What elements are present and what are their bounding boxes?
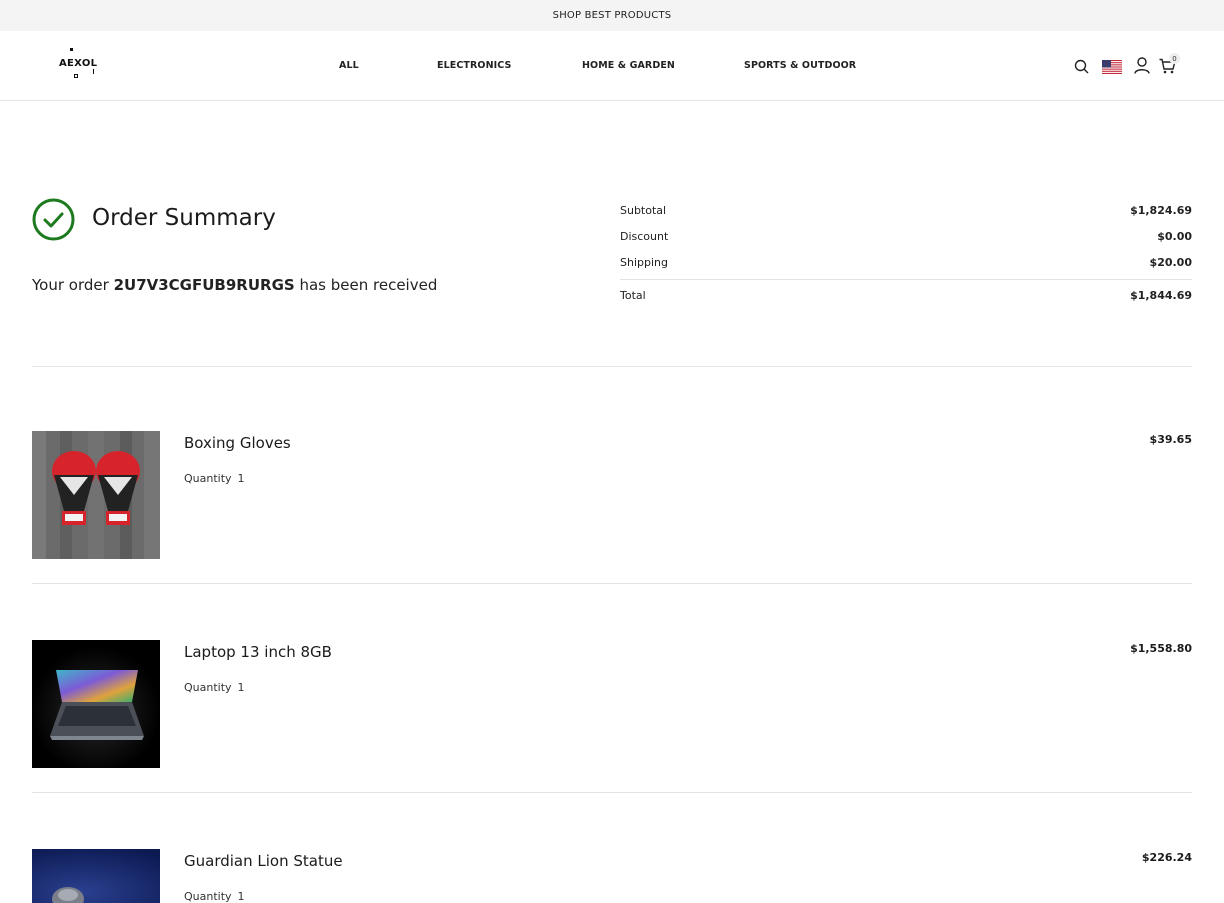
quantity-label: Quantity [184, 472, 232, 485]
site-header: AEXOL ALL ELECTRONICS HOME & GARDEN SPOR… [0, 31, 1224, 101]
user-icon[interactable] [1134, 57, 1150, 78]
discount-value: $0.00 [1157, 229, 1192, 243]
item-divider [32, 583, 1192, 584]
nav-item-electronics[interactable]: ELECTRONICS [437, 60, 511, 71]
announcement-text: SHOP BEST PRODUCTS [552, 10, 672, 21]
lion-statue-image [32, 849, 160, 903]
shipping-label: Shipping [620, 255, 668, 269]
nav-item-home-garden[interactable]: HOME & GARDEN [582, 60, 675, 71]
nav-item-all[interactable]: ALL [339, 60, 359, 71]
us-flag-icon[interactable] [1102, 59, 1122, 78]
nav-item-sports-outdoor[interactable]: SPORTS & OUTDOOR [744, 60, 856, 71]
logo-dot-bottom [74, 74, 78, 78]
logo-tick [93, 69, 94, 74]
item-divider [32, 792, 1192, 793]
announcement-bar: SHOP BEST PRODUCTS [0, 0, 1224, 31]
shipping-row: Shipping $20.00 [620, 249, 1192, 275]
discount-label: Discount [620, 229, 669, 243]
subtotal-row: Subtotal $1,824.69 [620, 197, 1192, 223]
item-quantity: Quantity 1 [184, 472, 245, 485]
order-suffix: has been received [299, 276, 438, 294]
logo-dot-top [70, 48, 73, 51]
shipping-value: $20.00 [1149, 255, 1192, 269]
order-item: Laptop 13 inch 8GB Quantity 1 $1,558.80 [32, 640, 1192, 768]
subtotal-label: Subtotal [620, 203, 667, 217]
order-code: 2U7V3CGFUB9RURGS [113, 276, 295, 294]
summary-divider [32, 366, 1192, 367]
cart-count-badge: 0 [1169, 53, 1180, 64]
total-label: Total [620, 289, 646, 302]
boxing-gloves-image [32, 431, 160, 559]
discount-row: Discount $0.00 [620, 223, 1192, 249]
laptop-image [32, 640, 160, 768]
quantity-label: Quantity [184, 681, 232, 694]
item-price: $226.24 [1141, 851, 1192, 864]
item-quantity: Quantity 1 [184, 681, 245, 694]
total-value: $1,844.69 [1130, 289, 1192, 302]
item-name[interactable]: Guardian Lion Statue [184, 852, 343, 870]
item-quantity: Quantity 1 [184, 890, 245, 903]
logo-text: AEXOL [59, 58, 98, 69]
item-name[interactable]: Boxing Gloves [184, 434, 291, 452]
order-prefix: Your order [32, 276, 109, 294]
order-totals: Subtotal $1,824.69 Discount $0.00 Shippi… [620, 197, 1192, 311]
quantity-value: 1 [237, 890, 245, 903]
order-item: Boxing Gloves Quantity 1 $39.65 [32, 431, 1192, 559]
search-icon[interactable] [1074, 59, 1089, 78]
item-price: $1,558.80 [1130, 642, 1192, 655]
quantity-value: 1 [237, 681, 245, 694]
total-row: Total $1,844.69 [620, 280, 1192, 311]
item-price: $39.65 [1149, 433, 1192, 446]
order-confirmation-text: Your order 2U7V3CGFUB9RURGS has been rec… [32, 276, 437, 294]
subtotal-value: $1,824.69 [1130, 203, 1192, 217]
logo[interactable]: AEXOL [58, 46, 100, 82]
item-name[interactable]: Laptop 13 inch 8GB [184, 643, 332, 661]
order-item: Guardian Lion Statue Quantity 1 $226.24 [32, 849, 1192, 903]
quantity-label: Quantity [184, 890, 232, 903]
page-title: Order Summary [92, 205, 276, 231]
quantity-value: 1 [237, 472, 245, 485]
check-circle-icon [32, 198, 75, 241]
